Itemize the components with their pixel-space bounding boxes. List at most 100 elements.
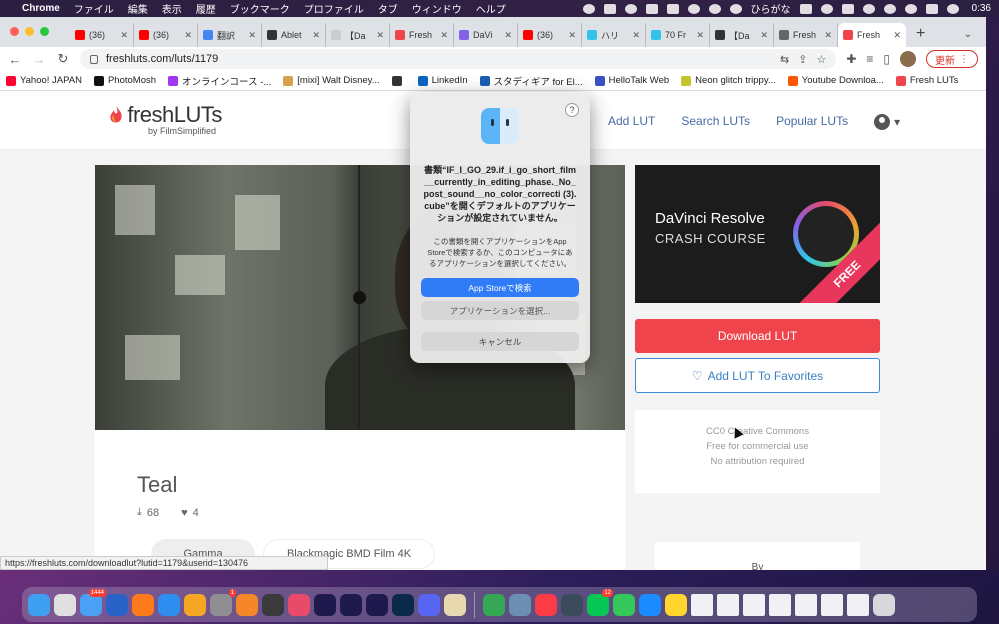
browser-tab[interactable]: Fresh ✕ xyxy=(774,23,838,47)
tab-close-icon[interactable]: ✕ xyxy=(376,30,384,41)
firefox-dock-icon[interactable] xyxy=(132,593,154,616)
chrome-dock-icon[interactable] xyxy=(483,593,505,616)
tab-close-icon[interactable]: ✕ xyxy=(893,30,901,41)
menu-file[interactable]: ファイル xyxy=(74,1,114,16)
after-effects-dock-icon[interactable] xyxy=(314,593,336,616)
photoshop-dock-icon[interactable] xyxy=(392,593,414,616)
davinci-course-ad[interactable]: DaVinci Resolve CRASH COURSE FREE xyxy=(635,165,880,303)
tab-close-icon[interactable]: ✕ xyxy=(312,30,320,41)
bookmark-item[interactable]: Yahoo! JAPAN xyxy=(6,75,82,86)
notes-dock-icon[interactable] xyxy=(665,593,687,616)
download-lut-button[interactable]: Download LUT xyxy=(635,319,880,353)
cancel-button[interactable]: キャンセル xyxy=(421,332,579,351)
menu-bookmarks[interactable]: ブックマーク xyxy=(230,1,290,16)
creative-cloud-status-icon[interactable] xyxy=(624,3,637,14)
bookmark-item[interactable]: オンラインコース -... xyxy=(168,74,271,88)
nav-popular-luts[interactable]: Popular LUTs xyxy=(776,114,848,130)
timer-icon[interactable] xyxy=(904,3,917,14)
menu-edit[interactable]: 編集 xyxy=(128,1,148,16)
nav-search-luts[interactable]: Search LUTs xyxy=(681,114,750,130)
browser-tab[interactable]: (36) ✕ xyxy=(518,23,582,47)
new-tab-button[interactable]: + xyxy=(906,25,935,47)
browser-tab[interactable]: ハリ ✕ xyxy=(582,23,646,47)
address-bar[interactable]: freshluts.com/luts/1179 ⇆ ⇪ ☆ xyxy=(80,49,837,69)
media-encoder-dock-icon[interactable] xyxy=(366,593,388,616)
menu-help[interactable]: ヘルプ xyxy=(476,1,506,16)
system-settings-dock-icon[interactable]: 1 xyxy=(210,588,236,616)
search-app-store-button[interactable]: App Storeで検索 xyxy=(421,278,579,297)
tab-close-icon[interactable]: ✕ xyxy=(568,30,576,41)
davinci-resolve-dock-icon[interactable] xyxy=(262,593,284,616)
side-panel-icon[interactable]: ▯ xyxy=(883,52,890,66)
update-button[interactable]: 更新 ⋮ xyxy=(926,50,978,68)
menu-window[interactable]: ウィンドウ xyxy=(412,1,462,16)
line-status-icon[interactable] xyxy=(687,3,700,14)
translate-icon[interactable]: ⇆ xyxy=(780,53,789,66)
tab-close-icon[interactable]: ✕ xyxy=(696,30,704,41)
browser-tab[interactable]: 翻訳 ✕ xyxy=(198,23,262,47)
minimized-window-thumbnail[interactable] xyxy=(795,593,817,616)
bookmark-item[interactable]: Neon glitch trippy... xyxy=(681,75,776,86)
minimize-window-button[interactable] xyxy=(25,27,34,36)
menu-view[interactable]: 表示 xyxy=(162,1,182,16)
control-center-icon[interactable] xyxy=(925,3,938,14)
spotlight-icon[interactable] xyxy=(883,3,896,14)
messages-dock-icon[interactable] xyxy=(613,593,635,616)
launchpad-dock-icon[interactable] xyxy=(54,593,76,616)
record-status-icon[interactable] xyxy=(729,3,742,14)
tab-close-icon[interactable]: ✕ xyxy=(120,30,128,41)
help-button[interactable]: ? xyxy=(565,103,579,117)
choose-application-button[interactable]: アプリケーションを選択... xyxy=(421,301,579,320)
reading-list-icon[interactable]: ≡ xyxy=(866,52,873,66)
freshluts-logo[interactable]: freshLUTs by FilmSimplified xyxy=(108,102,222,136)
blender-dock-icon[interactable] xyxy=(236,593,258,616)
browser-tab[interactable]: 【Da ✕ xyxy=(326,23,390,47)
menubar-clock[interactable]: 0:36 xyxy=(972,3,991,14)
tab-close-icon[interactable]: ✕ xyxy=(504,30,512,41)
finder-window-dock-icon[interactable] xyxy=(509,593,531,616)
minimized-window-thumbnail[interactable] xyxy=(743,593,765,616)
finder-dock-icon[interactable] xyxy=(28,593,50,616)
trash-dock-icon[interactable] xyxy=(873,593,895,616)
discord-dock-icon[interactable] xyxy=(418,593,440,616)
browser-tab[interactable]: (36) ✕ xyxy=(134,23,198,47)
minimized-window-thumbnail[interactable] xyxy=(769,593,791,616)
bookmark-item[interactable]: PhotoMosh xyxy=(93,75,156,86)
bookmark-item[interactable]: LinkedIn xyxy=(417,75,468,86)
share-icon[interactable]: ⇪ xyxy=(798,53,807,66)
extensions-icon[interactable]: ✚ xyxy=(846,52,856,66)
menu-tab[interactable]: タブ xyxy=(378,1,398,16)
browser-tab[interactable]: Ablet ✕ xyxy=(262,23,326,47)
preview-dock-icon[interactable] xyxy=(444,593,466,616)
forward-button[interactable]: → xyxy=(32,52,46,67)
bookmark-item[interactable]: [mixi] Walt Disney... xyxy=(283,75,380,86)
battery-icon[interactable] xyxy=(799,3,812,14)
tab-search-chevron-icon[interactable]: ⌄ xyxy=(950,29,986,47)
reload-button[interactable]: ↻ xyxy=(56,51,70,67)
compare-slider-handle[interactable] xyxy=(353,291,366,304)
premiere-dock-icon[interactable] xyxy=(340,593,362,616)
lock-icon[interactable] xyxy=(90,54,98,64)
profile-avatar[interactable] xyxy=(900,51,916,67)
browser-tab[interactable]: Fresh ✕ xyxy=(838,23,906,47)
address-url[interactable]: freshluts.com/luts/1179 xyxy=(106,53,218,65)
browser-tab[interactable]: 70 Fr ✕ xyxy=(646,23,710,47)
keynote-dock-icon[interactable] xyxy=(158,593,180,616)
minimized-window-thumbnail[interactable] xyxy=(847,593,869,616)
bluetooth-icon[interactable] xyxy=(841,3,854,14)
account-menu[interactable]: ▾ xyxy=(874,114,900,130)
status-app-icon[interactable] xyxy=(603,3,616,14)
bookmark-item[interactable]: Fresh LUTs xyxy=(895,75,958,86)
focus-moon-icon[interactable] xyxy=(708,3,721,14)
firefox-dev-dock-icon[interactable] xyxy=(106,593,128,616)
browser-tab[interactable]: DaVi ✕ xyxy=(454,23,518,47)
wifi-icon[interactable] xyxy=(820,3,833,14)
user-switch-icon[interactable] xyxy=(862,3,875,14)
browser-tab[interactable]: (36) ✕ xyxy=(70,23,134,47)
quicktime-dock-icon[interactable] xyxy=(561,593,583,616)
browser-tab[interactable]: Fresh ✕ xyxy=(390,23,454,47)
input-mode-label[interactable]: ひらがな xyxy=(751,1,791,16)
nav-add-lut[interactable]: Add LUT xyxy=(608,114,655,130)
mail-dock-icon[interactable]: 1444 xyxy=(80,588,106,616)
minimized-window-thumbnail[interactable] xyxy=(717,593,739,616)
